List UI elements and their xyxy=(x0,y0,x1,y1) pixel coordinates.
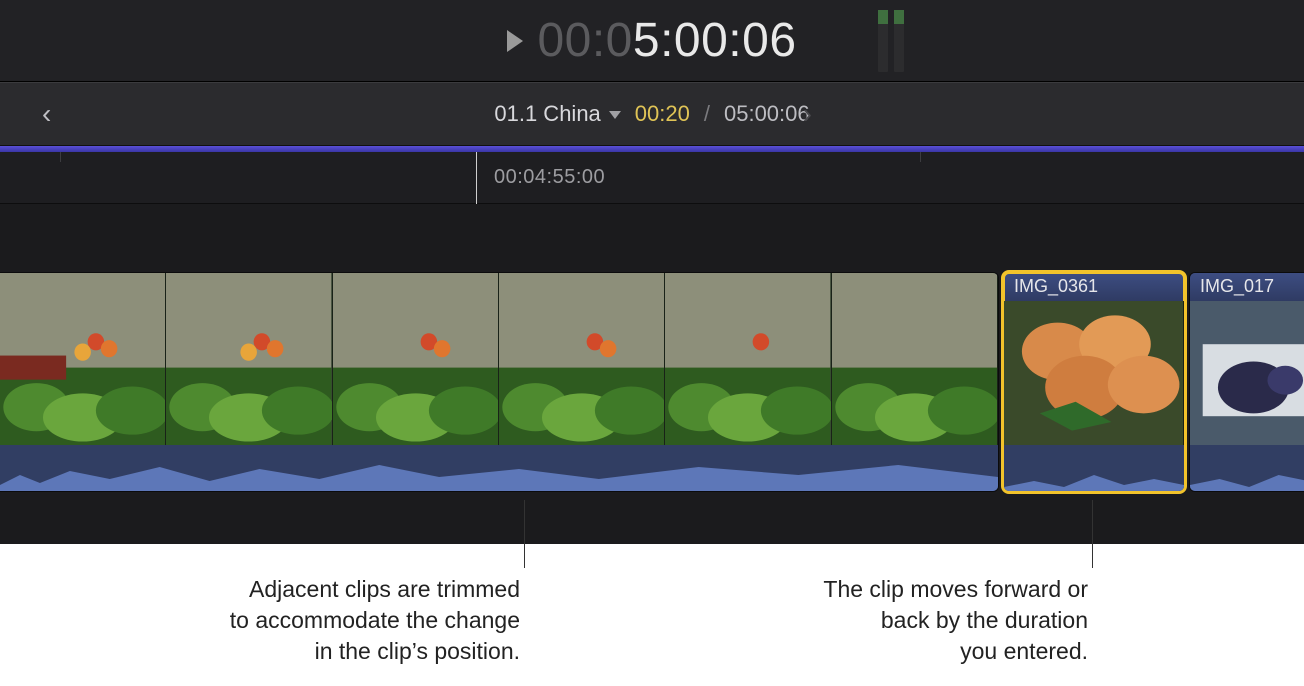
annotation-text: to accommodate the change xyxy=(140,605,520,636)
audio-meters xyxy=(878,10,904,72)
clip-thumbnail xyxy=(832,273,998,445)
annotation-text: Adjacent clips are trimmed xyxy=(140,574,520,605)
history-back-button[interactable]: ‹ xyxy=(30,92,63,136)
clip-audio-waveform[interactable] xyxy=(1190,445,1304,492)
annotation-text: in the clip’s position. xyxy=(140,636,520,667)
ruler-tick xyxy=(60,152,61,162)
primary-storyline[interactable]: IMG_0361 xyxy=(0,272,1304,492)
playhead-marker[interactable] xyxy=(476,152,477,204)
annotation-area: Adjacent clips are trimmed to accommodat… xyxy=(0,544,1304,686)
audio-meter-right xyxy=(894,10,904,72)
clip-thumbnail xyxy=(166,273,332,445)
clip-thumbnail xyxy=(1190,301,1304,445)
chevron-down-icon xyxy=(609,111,621,119)
clip-thumbnails xyxy=(1004,301,1184,445)
project-elapsed: 00:20 xyxy=(635,101,690,127)
annotation-text: back by the duration xyxy=(708,605,1088,636)
timecode-dim: 00:0 xyxy=(537,14,632,67)
audio-meter-left xyxy=(878,10,888,72)
app-window: 00:05:00:06 ‹ 01.1 China 00:20 / 05:00:0… xyxy=(0,0,1304,544)
annotation-text: you entered. xyxy=(708,636,1088,667)
time-ruler[interactable]: 00:04:55:00 xyxy=(0,152,1304,204)
timeline-clip-next[interactable]: IMG_017 xyxy=(1189,272,1304,492)
clip-audio-waveform[interactable] xyxy=(1004,445,1184,492)
timecode-value: 00:05:00:06 xyxy=(537,13,796,68)
clip-thumbnail xyxy=(1004,301,1184,445)
clip-title: IMG_0361 xyxy=(1004,273,1184,301)
project-name[interactable]: 01.1 China xyxy=(494,101,620,127)
timeline-track-area[interactable]: IMG_0361 xyxy=(0,204,1304,534)
timecode-bar: 00:05:00:06 xyxy=(0,0,1304,82)
annotation-left: Adjacent clips are trimmed to accommodat… xyxy=(140,574,520,667)
timeline-clip-adjacent[interactable] xyxy=(0,272,999,492)
play-icon xyxy=(507,30,523,52)
annotation-right: The clip moves forward or back by the du… xyxy=(708,574,1088,667)
history-forward-button[interactable]: › xyxy=(791,92,824,136)
callout-leader-left xyxy=(524,500,525,568)
clip-thumbnail xyxy=(0,273,166,445)
callout-leader-right xyxy=(1092,500,1093,568)
project-bar: ‹ 01.1 China 00:20 / 05:00:06 › xyxy=(0,82,1304,146)
project-title-group[interactable]: 01.1 China 00:20 / 05:00:06 xyxy=(494,101,809,127)
project-divider: / xyxy=(704,101,710,127)
clip-audio-waveform[interactable] xyxy=(0,445,998,492)
clip-thumbnail xyxy=(665,273,831,445)
ruler-tick xyxy=(920,152,921,162)
timecode-display[interactable]: 00:05:00:06 xyxy=(507,13,796,68)
annotation-text: The clip moves forward or xyxy=(708,574,1088,605)
clip-title: IMG_017 xyxy=(1190,273,1304,301)
timeline-clip-selected[interactable]: IMG_0361 xyxy=(1003,272,1185,492)
project-name-label: 01.1 China xyxy=(494,101,600,127)
ruler-timecode-label: 00:04:55:00 xyxy=(494,166,605,189)
clip-thumbnail xyxy=(333,273,499,445)
clip-thumbnail xyxy=(499,273,665,445)
clip-thumbnails xyxy=(0,273,998,445)
clip-thumbnails xyxy=(1190,301,1304,445)
timecode-bright: 5:00:06 xyxy=(633,14,797,67)
